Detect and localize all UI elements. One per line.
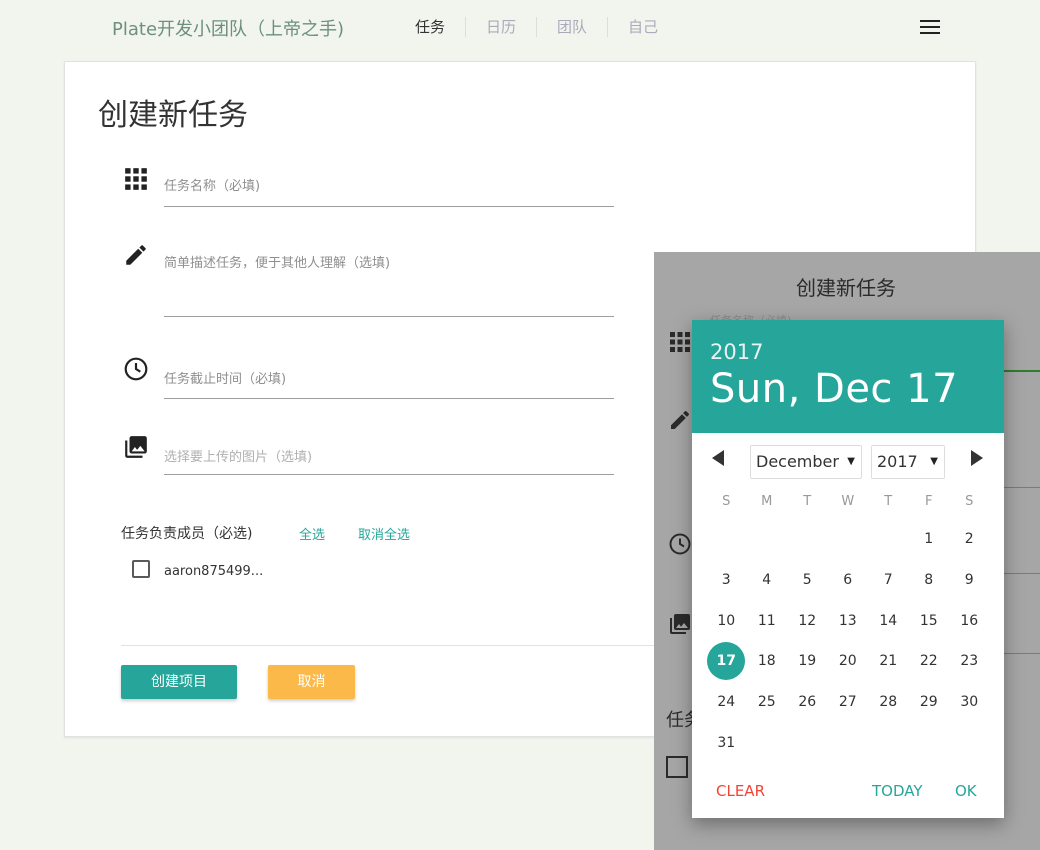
calendar-day[interactable]: 2 — [950, 520, 988, 558]
calendar-day[interactable]: 28 — [869, 683, 907, 721]
weekday-label: T — [803, 494, 812, 509]
calendar-day[interactable]: 23 — [950, 642, 988, 680]
clock-icon — [124, 357, 148, 381]
calendar-day[interactable]: 18 — [748, 642, 786, 680]
weekday-label: T — [884, 494, 893, 509]
calendar-day[interactable]: 27 — [829, 683, 867, 721]
weekday-label: M — [761, 494, 773, 509]
task-image-field[interactable]: 选择要上传的图片（选填) — [123, 434, 643, 476]
calendar-day[interactable]: 15 — [910, 602, 948, 640]
calendar-day[interactable]: 13 — [829, 602, 867, 640]
clock-icon — [669, 533, 691, 555]
calendar-day[interactable]: 24 — [707, 683, 745, 721]
year-select-value: 2017 — [877, 452, 918, 471]
top-nav: Plate开发小团队（上帝之手) 任务 日历 团队 自己 — [0, 0, 1040, 56]
task-description-field[interactable]: 简单描述任务，便于其他人理解（选填) — [123, 242, 643, 318]
calendar-day[interactable]: 1 — [910, 520, 948, 558]
month-select-value: December — [756, 452, 839, 471]
prev-month-icon[interactable] — [712, 450, 724, 466]
member-checkbox[interactable] — [132, 560, 150, 578]
members-label: 任务负责成员（必选) — [121, 526, 253, 542]
calendar-day[interactable]: 30 — [950, 683, 988, 721]
cancel-button[interactable]: 取消 — [268, 665, 355, 699]
hamburger-icon[interactable] — [920, 20, 940, 36]
select-all-link[interactable]: 全选 — [299, 524, 325, 543]
weekday-label: S — [965, 494, 974, 509]
calendar-day-selected[interactable]: 17 — [707, 642, 746, 681]
overlay-underline — [1004, 487, 1040, 488]
tab-team[interactable]: 团队 — [537, 17, 609, 37]
tab-self[interactable]: 自己 — [608, 17, 678, 37]
weekday-label: F — [925, 494, 933, 509]
photo-library-icon — [125, 436, 147, 458]
year-select[interactable]: 2017 ▼ — [871, 445, 945, 479]
task-description-placeholder: 简单描述任务，便于其他人理解（选填) — [164, 256, 391, 271]
task-description-underline — [164, 316, 614, 317]
caret-down-icon: ▼ — [847, 456, 855, 467]
task-name-placeholder: 任务名称（必填) — [164, 179, 261, 194]
caret-down-icon: ▼ — [930, 456, 938, 467]
deselect-all-link[interactable]: 取消全选 — [358, 524, 410, 543]
calendar-day[interactable]: 26 — [788, 683, 826, 721]
task-image-underline — [164, 474, 614, 475]
weekday-label: W — [841, 494, 855, 509]
date-picker: 2017 Sun, Dec 17 December ▼ 2017 ▼ S M T… — [692, 320, 1004, 818]
photo-library-icon — [670, 614, 690, 634]
calendar-day[interactable]: 25 — [748, 683, 786, 721]
month-select[interactable]: December ▼ — [750, 445, 862, 479]
calendar-day[interactable]: 20 — [829, 642, 867, 680]
calendar-day[interactable]: 31 — [707, 724, 745, 762]
calendar-day[interactable]: 29 — [910, 683, 948, 721]
calendar-day[interactable]: 6 — [829, 561, 867, 599]
overlay-underline — [1004, 653, 1040, 654]
page-title: 创建新任务 — [98, 98, 248, 133]
calendar-day[interactable]: 11 — [748, 602, 786, 640]
calendar-day[interactable]: 22 — [910, 642, 948, 680]
calendar-day[interactable]: 19 — [788, 642, 826, 680]
overlay-title: 创建新任务 — [796, 276, 896, 300]
create-project-button[interactable]: 创建项目 — [121, 665, 237, 699]
picker-selected-date: Sun, Dec 17 — [710, 366, 959, 412]
task-deadline-field[interactable]: 任务截止时间（必填) — [123, 356, 643, 400]
weekday-label: S — [722, 494, 731, 509]
task-name-underline — [164, 206, 614, 207]
date-picker-header: 2017 Sun, Dec 17 — [692, 320, 1004, 433]
pencil-icon — [671, 410, 690, 429]
ok-button[interactable]: OK — [955, 782, 977, 800]
task-deadline-underline — [164, 398, 614, 399]
calendar-day[interactable]: 9 — [950, 561, 988, 599]
calendar-day[interactable]: 7 — [869, 561, 907, 599]
calendar-day[interactable]: 10 — [707, 602, 745, 640]
overlay-focus-line — [1004, 370, 1040, 372]
member-name: aaron875499... — [164, 564, 264, 579]
today-button[interactable]: TODAY — [872, 782, 923, 800]
calendar-day[interactable]: 5 — [788, 561, 826, 599]
calendar-day[interactable]: 12 — [788, 602, 826, 640]
clear-button[interactable]: CLEAR — [716, 782, 765, 800]
nav-tabs: 任务 日历 团队 自己 — [395, 17, 678, 37]
calendar-day[interactable]: 16 — [950, 602, 988, 640]
tab-tasks[interactable]: 任务 — [395, 17, 467, 37]
task-deadline-placeholder: 任务截止时间（必填) — [164, 372, 287, 387]
grid-icon — [125, 168, 147, 190]
brand-title[interactable]: Plate开发小团队（上帝之手) — [112, 15, 344, 41]
task-image-placeholder: 选择要上传的图片（选填) — [164, 450, 313, 465]
grid-icon — [670, 332, 690, 352]
next-month-icon[interactable] — [971, 450, 983, 466]
overlay-underline — [1004, 573, 1040, 574]
calendar-day[interactable]: 21 — [869, 642, 907, 680]
task-name-field[interactable]: 任务名称（必填) — [123, 166, 643, 208]
calendar-day[interactable]: 3 — [707, 561, 745, 599]
form-divider — [121, 645, 681, 646]
picker-year[interactable]: 2017 — [710, 340, 763, 364]
calendar-day[interactable]: 8 — [910, 561, 948, 599]
overlay-checkbox — [666, 756, 688, 778]
calendar-day[interactable]: 4 — [748, 561, 786, 599]
pencil-icon — [126, 245, 146, 265]
weekday-header: S M T W T F S — [706, 494, 996, 509]
tab-calendar[interactable]: 日历 — [466, 17, 538, 37]
calendar-day[interactable]: 14 — [869, 602, 907, 640]
